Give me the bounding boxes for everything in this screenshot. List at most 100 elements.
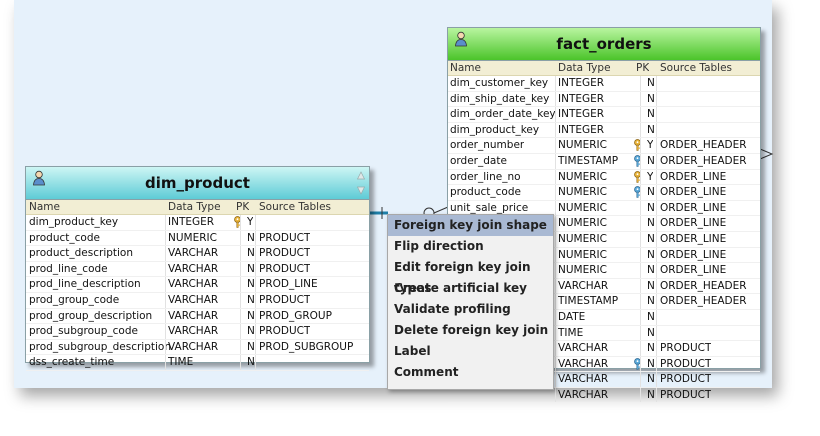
menu-item-flip-direction[interactable]: Flip direction bbox=[388, 236, 553, 257]
column-name: order_number bbox=[450, 139, 525, 152]
cell-divider bbox=[165, 292, 166, 308]
column-source-table: ORDER_LINE bbox=[660, 232, 727, 245]
column-pk: N bbox=[247, 340, 255, 353]
col-source-header: Source Tables bbox=[259, 201, 332, 213]
column-pk: N bbox=[647, 217, 655, 230]
cell-divider bbox=[656, 263, 657, 278]
column-data-type: VARCHAR bbox=[558, 279, 609, 292]
cell-divider bbox=[656, 356, 657, 372]
cell-divider bbox=[640, 341, 641, 356]
column-source-table: ORDER_HEADER bbox=[660, 295, 747, 308]
cell-divider bbox=[656, 325, 657, 341]
column-pk: N bbox=[647, 310, 655, 323]
cell-divider bbox=[165, 308, 166, 324]
cell-divider bbox=[555, 231, 556, 247]
column-source-table: PRODUCT bbox=[660, 373, 712, 386]
menu-item-label[interactable]: Label bbox=[388, 341, 553, 362]
scroll-arrows-icon[interactable] bbox=[357, 170, 365, 196]
table-row[interactable]: product_code NUMERIC N ORDER_LINE bbox=[448, 185, 760, 201]
table-row[interactable]: dim_ship_date_key INTEGER N bbox=[448, 91, 760, 108]
menu-item-create-artificial-key[interactable]: Create artificial key bbox=[388, 278, 553, 299]
table-row[interactable]: product_description VARCHAR N PRODUCT bbox=[26, 246, 369, 262]
table-row[interactable]: order_date TIMESTAMP N ORDER_HEADER bbox=[448, 153, 760, 170]
cell-divider bbox=[555, 76, 556, 91]
cell-divider bbox=[165, 230, 166, 246]
column-pk: N bbox=[647, 77, 655, 89]
table-row[interactable]: product_code NUMERIC N PRODUCT bbox=[26, 230, 369, 247]
col-source-header: Source Tables bbox=[660, 62, 733, 74]
column-pk: N bbox=[247, 262, 255, 275]
column-data-type: NUMERIC bbox=[558, 217, 607, 230]
cell-divider bbox=[240, 261, 241, 277]
column-data-type: INTEGER bbox=[558, 108, 605, 121]
entity-title: fact_orders bbox=[556, 35, 652, 53]
table-row[interactable]: prod_group_code VARCHAR N PRODUCT bbox=[26, 292, 369, 309]
col-type-header: Data Type bbox=[168, 201, 221, 213]
table-row[interactable]: dim_product_key INTEGER N bbox=[448, 122, 760, 139]
menu-item-foreign-key-join-shape[interactable]: Foreign key join shape bbox=[388, 215, 553, 236]
column-source-table: ORDER_LINE bbox=[660, 248, 727, 261]
cell-divider bbox=[656, 169, 657, 185]
column-data-type: TIMESTAMP bbox=[558, 295, 619, 308]
cell-divider bbox=[640, 356, 641, 372]
column-source-table: PRODUCT bbox=[259, 247, 311, 260]
column-pk: N bbox=[247, 231, 255, 244]
table-row[interactable]: dim_customer_key INTEGER N bbox=[448, 76, 760, 92]
column-source-table: PROD_LINE bbox=[259, 278, 318, 291]
table-row[interactable]: VARCHAR N PRODUCT bbox=[448, 387, 760, 404]
cell-divider bbox=[656, 341, 657, 356]
column-pk: N bbox=[647, 123, 655, 136]
cell-divider bbox=[165, 339, 166, 355]
menu-item-edit-foreign-key-join-types[interactable]: Edit foreign key join types bbox=[388, 257, 553, 295]
table-row[interactable]: dim_order_date_key INTEGER N bbox=[448, 107, 760, 123]
table-row[interactable]: order_number NUMERIC Y ORDER_HEADER bbox=[448, 138, 760, 154]
column-source-table: PRODUCT bbox=[259, 231, 311, 244]
cell-divider bbox=[640, 294, 641, 309]
column-name: product_description bbox=[29, 247, 134, 260]
table-row[interactable]: order_line_no NUMERIC Y ORDER_LINE bbox=[448, 169, 760, 186]
cell-divider bbox=[555, 387, 556, 403]
col-name-header: Name bbox=[29, 201, 60, 213]
column-data-type: VARCHAR bbox=[168, 340, 219, 353]
entity-title: dim_product bbox=[145, 174, 250, 192]
cell-divider bbox=[555, 278, 556, 294]
column-source-table: PROD_GROUP bbox=[259, 309, 332, 322]
menu-item-delete-foreign-key-join[interactable]: Delete foreign key join bbox=[388, 320, 553, 341]
column-source-table: ORDER_HEADER bbox=[660, 139, 747, 152]
column-data-type: VARCHAR bbox=[558, 388, 609, 401]
table-row[interactable]: prod_line_description VARCHAR N PROD_LINE bbox=[26, 277, 369, 293]
cell-divider bbox=[555, 247, 556, 263]
cell-divider bbox=[640, 387, 641, 403]
cell-divider bbox=[555, 216, 556, 231]
column-data-type: VARCHAR bbox=[558, 373, 609, 386]
cell-divider bbox=[656, 122, 657, 138]
entity-header[interactable]: dim_product bbox=[26, 167, 369, 200]
cell-divider bbox=[555, 263, 556, 278]
column-header-row: Name Data Type PK Source Tables bbox=[26, 200, 369, 215]
cell-divider bbox=[640, 76, 641, 91]
table-row[interactable]: prod_subgroup_code VARCHAR N PRODUCT bbox=[26, 324, 369, 340]
cell-divider bbox=[640, 107, 641, 122]
column-data-type: VARCHAR bbox=[558, 357, 609, 370]
entity-dim-product[interactable]: dim_product Name Data Type PK Source Tab… bbox=[25, 166, 370, 371]
cell-divider bbox=[165, 277, 166, 292]
table-row[interactable]: prod_group_description VARCHAR N PROD_GROUP bbox=[26, 308, 369, 325]
cell-divider bbox=[640, 91, 641, 107]
table-row[interactable]: prod_subgroup_description VARCHAR N PROD_SU… bbox=[26, 339, 369, 356]
column-name: order_date bbox=[450, 154, 507, 167]
column-pk: N bbox=[647, 373, 655, 386]
column-pk: N bbox=[647, 264, 655, 277]
column-source-table: ORDER_LINE bbox=[660, 186, 727, 199]
entity-header[interactable]: fact_orders bbox=[448, 28, 760, 61]
table-row[interactable]: dim_product_key INTEGER Y bbox=[26, 215, 369, 231]
column-pk: N bbox=[647, 388, 655, 401]
menu-item-validate-profiling[interactable]: Validate profiling bbox=[388, 299, 553, 320]
menu-item-comment[interactable]: Comment bbox=[388, 362, 553, 383]
column-pk: Y bbox=[647, 139, 654, 152]
cell-divider bbox=[640, 122, 641, 138]
table-row[interactable]: dss_create_time TIME N bbox=[26, 355, 369, 371]
col-pk-header: PK bbox=[636, 62, 650, 74]
table-row[interactable]: prod_line_code VARCHAR N PRODUCT bbox=[26, 261, 369, 278]
cell-divider bbox=[640, 231, 641, 247]
column-pk: N bbox=[647, 201, 655, 214]
